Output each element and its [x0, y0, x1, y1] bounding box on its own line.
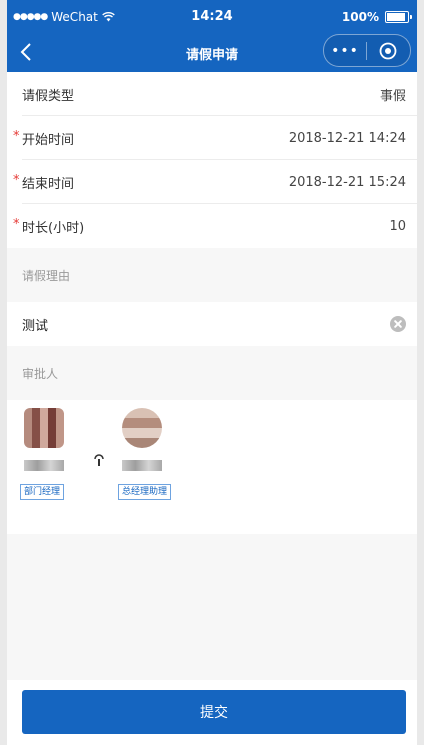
- leave-type-row[interactable]: 请假类型 事假: [7, 72, 417, 116]
- avatar: [24, 408, 64, 448]
- reason-input[interactable]: [22, 316, 362, 332]
- mini-program-capsule: •••: [323, 34, 411, 67]
- close-button[interactable]: [367, 35, 409, 66]
- approver-item[interactable]: 总经理助理: [118, 408, 188, 500]
- more-button[interactable]: •••: [324, 35, 366, 66]
- approver-name-blurred: [24, 460, 64, 471]
- leave-form: 请假类型 事假 * 开始时间 2018-12-21 14:24 * 结束时间 2…: [7, 72, 417, 248]
- end-time-value: 2018-12-21 15:24: [288, 174, 406, 190]
- required-asterisk: *: [13, 173, 20, 188]
- submit-button[interactable]: 提交: [22, 690, 406, 734]
- battery-fill: [387, 13, 405, 21]
- footer-bar: 提交: [7, 680, 417, 745]
- navigation-bar: 请假申请 •••: [7, 34, 417, 72]
- leave-type-label: 请假类型: [22, 88, 75, 104]
- avatar: [122, 408, 162, 448]
- duration-value: 10: [389, 218, 406, 234]
- target-close-icon: [379, 42, 397, 59]
- duration-label: 时长(小时): [22, 220, 85, 236]
- approver-list: 部门经理 总经理助理: [7, 400, 417, 534]
- leave-type-value: 事假: [379, 88, 406, 104]
- flow-arrow-icon: [94, 454, 104, 466]
- end-time-row[interactable]: * 结束时间 2018-12-21 15:24: [7, 160, 417, 204]
- end-time-label: 结束时间: [22, 176, 75, 192]
- approver-role-tag: 部门经理: [20, 484, 65, 500]
- start-time-row[interactable]: * 开始时间 2018-12-21 14:24: [7, 116, 417, 160]
- start-time-value: 2018-12-21 14:24: [288, 130, 406, 146]
- status-right: 100%: [341, 10, 412, 24]
- status-bar: ●●●●● WeChat 14:24 100%: [7, 0, 417, 34]
- duration-row[interactable]: * 时长(小时) 10: [7, 204, 417, 248]
- start-time-label: 开始时间: [22, 132, 75, 148]
- clear-input-icon[interactable]: [390, 316, 406, 332]
- reason-field: [7, 302, 417, 346]
- approver-item[interactable]: 部门经理: [20, 408, 90, 500]
- reason-section-header: 请假理由: [7, 248, 417, 302]
- battery-icon: [385, 11, 412, 23]
- app-window: ●●●●● WeChat 14:24 100% 请假申请 ••• 请假类型 事假…: [7, 0, 417, 745]
- approver-name-blurred: [122, 460, 162, 471]
- approver-section-header: 审批人: [7, 346, 417, 400]
- more-dots-icon: •••: [331, 42, 359, 59]
- battery-percent: 100%: [341, 10, 379, 24]
- approver-role-tag: 总经理助理: [118, 484, 172, 500]
- required-asterisk: *: [13, 129, 20, 144]
- required-asterisk: *: [13, 217, 20, 232]
